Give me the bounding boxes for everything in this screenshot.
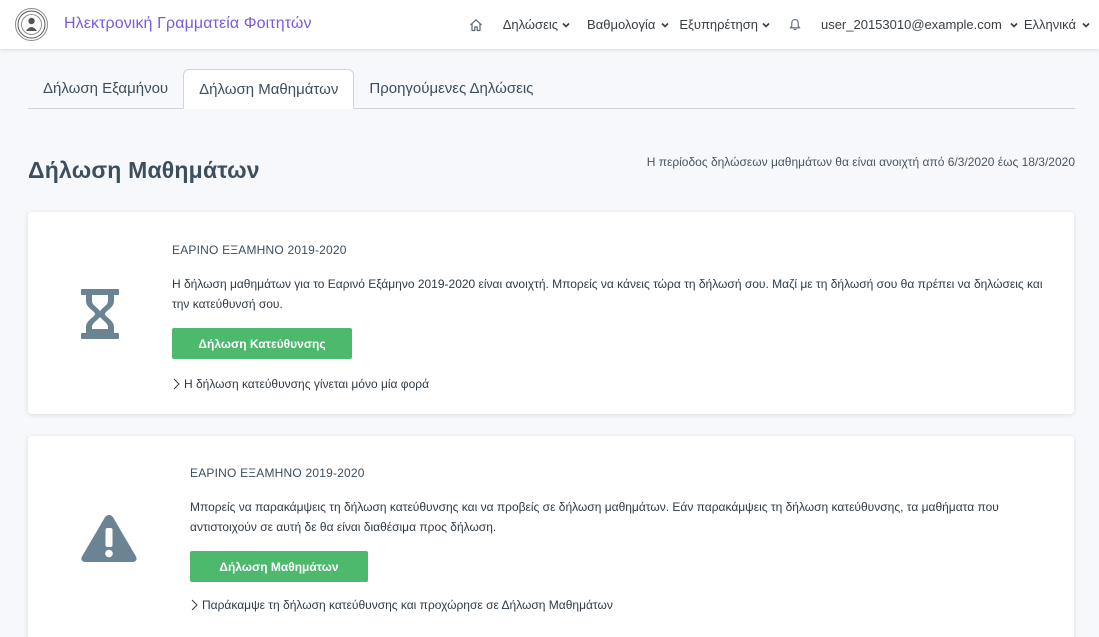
semester-term-label: ΕΑΡΙΝΟ ΕΞΑΜΗΝΟ 2019-2020 (172, 243, 347, 257)
card-body: ΕΑΡΙΝΟ ΕΞΑΜΗΝΟ 2019-2020 Η δήλωση μαθημά… (172, 243, 1052, 391)
nav-menu: Δηλώσεις Βαθμολογία Εξυπηρέτηση user_201… (452, 0, 1090, 49)
chevron-right-icon (173, 378, 180, 390)
app-brand-title[interactable]: Ηλεκτρονική Γραμματεία Φοιτητών (64, 15, 312, 33)
direction-declaration-card: ΕΑΡΙΝΟ ΕΞΑΜΗΝΟ 2019-2020 Η δήλωση μαθημά… (28, 212, 1074, 414)
chevron-down-icon (661, 22, 669, 28)
card-note: Η δήλωση κατεύθυνσης γίνεται μόνο μία φο… (172, 377, 1052, 391)
chevron-down-icon (1010, 22, 1018, 28)
declaration-tabs: Δήλωση Εξαμήνου Δήλωση Μαθημάτων Προηγού… (28, 69, 1075, 109)
warning-icon (80, 513, 138, 568)
user-email: user_20153010@example.com (820, 17, 1002, 32)
nav-grades-dropdown[interactable]: Βαθμολογία (587, 17, 669, 32)
language-dropdown[interactable]: Ελληνικά (1024, 17, 1090, 32)
nav-service-label: Εξυπηρέτηση (679, 17, 758, 32)
chevron-down-icon (1082, 22, 1090, 28)
hourglass-icon (80, 288, 120, 345)
card-note-text: Η δήλωση κατεύθυνσης γίνεται μόνο μία φο… (184, 377, 430, 391)
declare-direction-button[interactable]: Δήλωση Κατεύθυνσης (172, 328, 352, 359)
university-logo[interactable] (15, 8, 48, 41)
card-note[interactable]: Παράκαμψε τη δήλωση κατεύθυνσης και προχ… (190, 598, 1052, 612)
user-menu-dropdown[interactable]: user_20153010@example.com (821, 17, 1018, 32)
bell-icon (789, 18, 801, 31)
card-body: ΕΑΡΙΝΟ ΕΞΑΜΗΝΟ 2019-2020 Μπορείς να παρα… (190, 466, 1052, 612)
home-link[interactable] (469, 18, 483, 32)
card-note-text: Παράκαμψε τη δήλωση κατεύθυνσης και προχ… (202, 598, 613, 612)
notifications-button[interactable] (789, 18, 801, 31)
language-label: Ελληνικά (1023, 17, 1076, 32)
card-description: Η δήλωση μαθημάτων για το Εαρινό Εξάμηνο… (172, 277, 1043, 311)
page-title: Δήλωση Μαθημάτων (28, 157, 260, 183)
university-seal-icon (17, 10, 46, 39)
nav-declarations-label: Δηλώσεις (502, 17, 559, 32)
tab-semester-declaration[interactable]: Δήλωση Εξαμήνου (28, 69, 183, 108)
tab-course-declaration[interactable]: Δήλωση Μαθημάτων (183, 69, 355, 109)
top-navbar: Ηλεκτρονική Γραμματεία Φοιτητών Δηλώσεις… (0, 0, 1099, 49)
chevron-down-icon (762, 22, 770, 28)
declaration-period-notice: Η περίοδος δηλώσεων μαθημάτων θα είναι α… (646, 155, 1075, 169)
chevron-down-icon (562, 22, 570, 28)
home-icon (469, 18, 482, 31)
declare-courses-button[interactable]: Δήλωση Μαθημάτων (190, 551, 368, 582)
nav-service-dropdown[interactable]: Εξυπηρέτηση (679, 17, 770, 32)
card-description: Μπορείς να παρακάμψεις τη δήλωση κατεύθυ… (190, 500, 999, 534)
nav-grades-label: Βαθμολογία (587, 17, 656, 32)
tab-previous-declarations[interactable]: Προηγούμενες Δηλώσεις (354, 69, 548, 108)
nav-declarations-dropdown[interactable]: Δηλώσεις (503, 17, 570, 32)
semester-term-label: ΕΑΡΙΝΟ ΕΞΑΜΗΝΟ 2019-2020 (190, 466, 365, 480)
skip-direction-card: ΕΑΡΙΝΟ ΕΞΑΜΗΝΟ 2019-2020 Μπορείς να παρα… (28, 436, 1074, 637)
chevron-right-icon (191, 599, 198, 611)
